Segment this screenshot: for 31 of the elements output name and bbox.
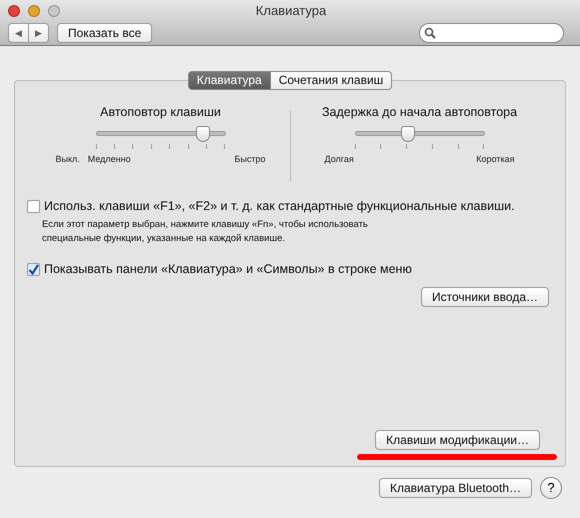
bluetooth-keyboard-button[interactable]: Клавиатура Bluetooth… bbox=[378, 478, 532, 498]
minimize-button[interactable] bbox=[28, 5, 40, 17]
tab[interactable]: Клавиатура bbox=[188, 71, 271, 90]
slider-label: Долгая bbox=[324, 152, 354, 166]
checkbox[interactable] bbox=[27, 262, 40, 276]
search-icon bbox=[424, 27, 436, 39]
slider-thumb[interactable] bbox=[196, 126, 210, 142]
slider-label: Быстро bbox=[234, 152, 266, 166]
forward-button[interactable]: ▶ bbox=[29, 23, 49, 43]
zoom-button[interactable] bbox=[48, 5, 60, 17]
checkbox[interactable] bbox=[27, 200, 40, 213]
back-button[interactable]: ◀ bbox=[8, 23, 29, 43]
slider-title: Задержка до начала автоповтора bbox=[320, 104, 518, 121]
tab[interactable]: Сочетания клавиш bbox=[270, 71, 392, 90]
slider-track[interactable] bbox=[96, 126, 226, 144]
slider-thumb[interactable] bbox=[400, 126, 415, 142]
search-field[interactable] bbox=[419, 23, 564, 43]
window-title: Клавиатура bbox=[254, 2, 328, 20]
close-button[interactable] bbox=[8, 5, 20, 17]
checkbox-label[interactable]: Использ. клавиши «F1», «F2» и т. д. как стандартные функциональные клавиши. bbox=[44, 197, 515, 216]
option-description: Если этот параметр выбран, нажмите клавишу «Fn», чтобы использовать специальные функции, указанные на каждой клавише. bbox=[42, 218, 369, 246]
input-sources-button[interactable]: Источники ввода… bbox=[421, 286, 549, 306]
show-all-button[interactable]: Показать все bbox=[57, 23, 152, 43]
slider-label: Выкл. bbox=[56, 152, 80, 166]
help-button[interactable]: ? bbox=[540, 477, 562, 499]
slider-label: Медленно bbox=[88, 152, 131, 166]
modifier-keys-button[interactable]: Клавиши модификации… bbox=[375, 430, 540, 450]
slider-label: Короткая bbox=[476, 152, 514, 166]
slider-title: Автоповтор клавиши bbox=[99, 104, 222, 121]
slider-track[interactable] bbox=[354, 126, 484, 144]
checkbox-label[interactable]: Показывать панели «Клавиатура» и «Символы» в строке меню bbox=[44, 260, 412, 278]
